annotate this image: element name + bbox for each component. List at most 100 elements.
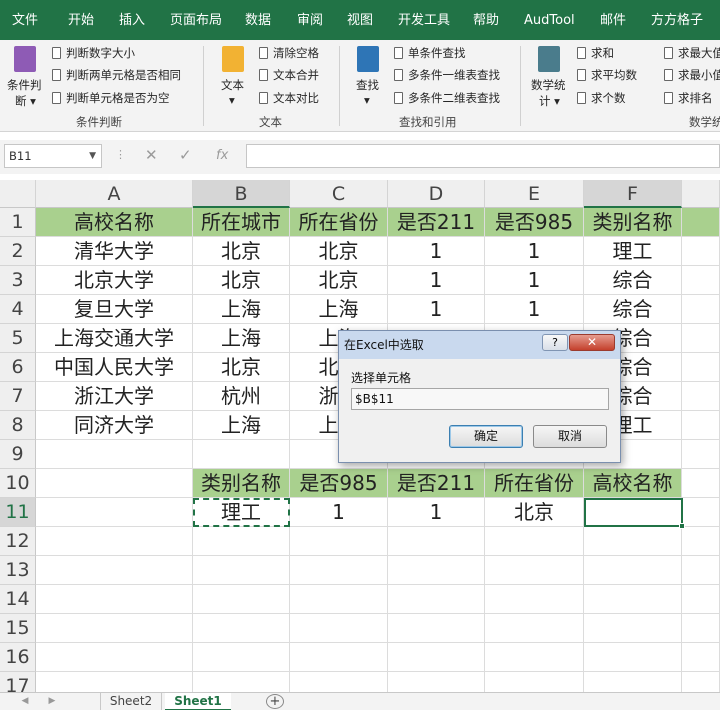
cell-A13[interactable] (36, 556, 193, 585)
row-header[interactable]: 12 (0, 527, 36, 556)
cell-G11[interactable] (682, 498, 720, 527)
column-header[interactable] (682, 180, 720, 208)
cell-B1[interactable]: 所在城市 (193, 208, 290, 237)
cell-B14[interactable] (193, 585, 290, 614)
cell-D1[interactable]: 是否211 (388, 208, 485, 237)
name-box[interactable]: B11 ▼ (4, 144, 102, 168)
cell-C13[interactable] (290, 556, 388, 585)
cell-D16[interactable] (388, 643, 485, 672)
cell-G15[interactable] (682, 614, 720, 643)
cell-A9[interactable] (36, 440, 193, 469)
cell-C3[interactable]: 北京 (290, 266, 388, 295)
cell-C10[interactable]: 是否985 (290, 469, 388, 498)
cell-F14[interactable] (584, 585, 682, 614)
cell-A5[interactable]: 上海交通大学 (36, 324, 193, 353)
cell-E12[interactable] (485, 527, 584, 556)
max-item[interactable]: 求最大值 (664, 43, 720, 63)
menu-tab[interactable]: 数据 (245, 0, 271, 40)
cell-B10[interactable]: 类别名称 (193, 469, 290, 498)
condition-button-label[interactable]: 条件判 (7, 77, 42, 93)
sum-item[interactable]: 求和 (577, 43, 614, 63)
cell-G16[interactable] (682, 643, 720, 672)
row-header[interactable]: 16 (0, 643, 36, 672)
cell-G8[interactable] (682, 411, 720, 440)
cell-A10[interactable] (36, 469, 193, 498)
cell-D15[interactable] (388, 614, 485, 643)
ok-button[interactable]: 确定 (449, 425, 523, 448)
column-header[interactable]: E (485, 180, 584, 208)
text-icon[interactable] (222, 46, 244, 72)
cell-A1[interactable]: 高校名称 (36, 208, 193, 237)
row-header[interactable]: 11 (0, 498, 36, 527)
math-stats-icon[interactable] (538, 46, 560, 72)
cell-E3[interactable]: 1 (485, 266, 584, 295)
lookup-button-label[interactable]: 查找 (356, 77, 379, 93)
cell-F2[interactable]: 理工 (584, 237, 682, 266)
row-header[interactable]: 5 (0, 324, 36, 353)
select-all-corner[interactable] (0, 180, 36, 208)
cell-F3[interactable]: 综合 (584, 266, 682, 295)
cell-A12[interactable] (36, 527, 193, 556)
cell-D10[interactable]: 是否211 (388, 469, 485, 498)
clear-spaces[interactable]: 清除空格 (259, 43, 319, 63)
lookup-button-dropdown[interactable]: ▾ (364, 93, 370, 107)
row-header[interactable]: 10 (0, 469, 36, 498)
cell-A16[interactable] (36, 643, 193, 672)
cell-B11[interactable]: 理工 (193, 498, 290, 527)
cell-G4[interactable] (682, 295, 720, 324)
text-button-label[interactable]: 文本 (221, 77, 244, 93)
row-header[interactable]: 6 (0, 353, 36, 382)
chevron-down-icon[interactable]: ▼ (89, 145, 96, 167)
menu-tab[interactable]: 文件 (12, 0, 38, 40)
cell-A7[interactable]: 浙江大学 (36, 382, 193, 411)
cell-F12[interactable] (584, 527, 682, 556)
cell-B5[interactable]: 上海 (193, 324, 290, 353)
cell-D11[interactable]: 1 (388, 498, 485, 527)
cell-E15[interactable] (485, 614, 584, 643)
cell-G13[interactable] (682, 556, 720, 585)
row-header[interactable]: 7 (0, 382, 36, 411)
row-header[interactable]: 9 (0, 440, 36, 469)
count-item[interactable]: 求个数 (577, 88, 626, 108)
min-item[interactable]: 求最小值 (664, 65, 720, 85)
column-header[interactable]: B (193, 180, 290, 208)
menu-tab[interactable]: 开发工具 (398, 0, 450, 40)
cell-B4[interactable]: 上海 (193, 295, 290, 324)
cell-F4[interactable]: 综合 (584, 295, 682, 324)
column-header[interactable]: F (584, 180, 682, 208)
column-header[interactable]: C (290, 180, 388, 208)
cell-A15[interactable] (36, 614, 193, 643)
cell-A4[interactable]: 复旦大学 (36, 295, 193, 324)
row-header[interactable]: 15 (0, 614, 36, 643)
cell-G7[interactable] (682, 382, 720, 411)
add-sheet-icon[interactable]: + (266, 694, 284, 709)
cell-D3[interactable]: 1 (388, 266, 485, 295)
row-header[interactable]: 2 (0, 237, 36, 266)
menu-tab[interactable]: AudTool (524, 0, 575, 40)
single-condition-lookup[interactable]: 单条件查找 (394, 43, 466, 63)
cell-E1[interactable]: 是否985 (485, 208, 584, 237)
text-button-dropdown[interactable]: ▾ (229, 93, 235, 107)
close-button[interactable]: ✕ (569, 334, 615, 351)
cell-G6[interactable] (682, 353, 720, 382)
cancel-button[interactable]: 取消 (533, 425, 607, 448)
cell-D2[interactable]: 1 (388, 237, 485, 266)
formula-input[interactable] (246, 144, 720, 168)
cell-B3[interactable]: 北京 (193, 266, 290, 295)
help-button[interactable]: ? (542, 334, 568, 351)
row-header[interactable]: 3 (0, 266, 36, 295)
row-header[interactable]: 8 (0, 411, 36, 440)
menu-tab[interactable]: 审阅 (297, 0, 323, 40)
cell-B15[interactable] (193, 614, 290, 643)
cell-B16[interactable] (193, 643, 290, 672)
sheet-tab-sheet2[interactable]: Sheet2 (100, 693, 162, 710)
judge-cell-empty[interactable]: 判断单元格是否为空 (52, 88, 170, 108)
row-header[interactable]: 13 (0, 556, 36, 585)
cell-D13[interactable] (388, 556, 485, 585)
menu-tab[interactable]: 插入 (119, 0, 145, 40)
cell-E13[interactable] (485, 556, 584, 585)
cell-E2[interactable]: 1 (485, 237, 584, 266)
cell-B13[interactable] (193, 556, 290, 585)
condition-button-dropdown[interactable]: 断 ▾ (15, 93, 36, 109)
cell-C15[interactable] (290, 614, 388, 643)
